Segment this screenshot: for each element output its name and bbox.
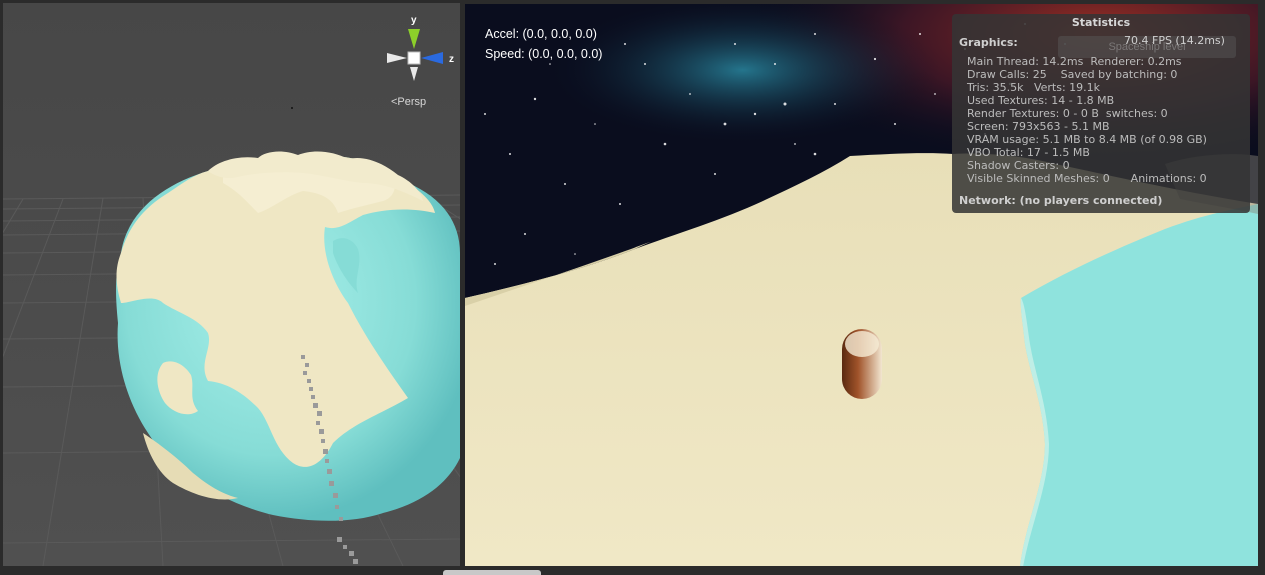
stat-row-vram: VRAM usage: 5.1 MB to 8.4 MB (of 0.98 GB… xyxy=(967,133,1207,146)
scene-view[interactable]: y z <Persp xyxy=(3,3,460,566)
neg-y-cone-icon[interactable] xyxy=(410,67,418,81)
gizmo-y-label: y xyxy=(411,15,417,26)
fps-readout: 70.4 FPS (14.2ms) xyxy=(1124,34,1225,47)
network-status: Network: (no players connected) xyxy=(959,194,1163,207)
x-axis-cone-icon[interactable] xyxy=(387,53,407,63)
bottom-tab[interactable] xyxy=(443,570,541,575)
speed-readout: Speed: (0.0, 0.0, 0.0) xyxy=(485,47,603,61)
stat-row-tris: Tris: 35.5k Verts: 19.1k xyxy=(967,81,1101,94)
right-frame xyxy=(1258,0,1265,575)
y-axis-cone-icon[interactable] xyxy=(408,29,420,49)
stat-row-skinned-meshes: Visible Skinned Meshes: 0 Animations: 0 xyxy=(967,172,1207,185)
stat-row-main-thread: Main Thread: 14.2ms Renderer: 0.2ms xyxy=(967,55,1182,68)
z-axis-cone-icon[interactable] xyxy=(421,52,443,64)
gizmo-center-cube-icon[interactable] xyxy=(407,51,421,65)
statistics-title: Statistics xyxy=(1071,16,1131,29)
player-capsule xyxy=(842,329,882,399)
stat-row-vbo: VBO Total: 17 - 1.5 MB xyxy=(967,146,1090,159)
bottom-strip xyxy=(0,566,1265,575)
graphics-stats-list: Main Thread: 14.2ms Renderer: 0.2ms Draw… xyxy=(967,55,1207,185)
projection-toggle[interactable]: <Persp xyxy=(391,96,426,108)
stat-row-render-textures: Render Textures: 0 - 0 B switches: 0 xyxy=(967,107,1168,120)
statistics-panel: Statistics Spaceship level 70.4 FPS (14.… xyxy=(952,14,1250,213)
accel-readout: Accel: (0.0, 0.0, 0.0) xyxy=(485,27,597,41)
gizmo-z-label: z xyxy=(449,54,454,65)
graphics-header: Graphics: xyxy=(959,36,1018,49)
stat-row-draw-calls: Draw Calls: 25 Saved by batching: 0 xyxy=(967,68,1178,81)
stat-row-screen: Screen: 793x563 - 5.1 MB xyxy=(967,120,1110,133)
stat-row-shadow-casters: Shadow Casters: 0 xyxy=(967,159,1070,172)
stat-row-used-textures: Used Textures: 14 - 1.8 MB xyxy=(967,94,1115,107)
